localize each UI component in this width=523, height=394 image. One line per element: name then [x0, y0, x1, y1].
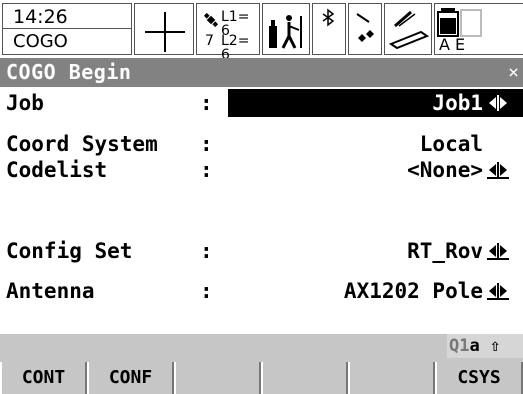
mode-status-bar: Q1a ⇧ [0, 334, 523, 360]
job-value: Job1 [432, 91, 483, 115]
antenna-colon: : [200, 279, 213, 303]
battery-status[interactable]: A E [434, 3, 523, 55]
config-set-colon: : [200, 239, 213, 263]
quick-code-label: Q1 [449, 336, 470, 356]
bluetooth-icon[interactable] [312, 3, 346, 55]
csys-button[interactable]: CSYS [435, 362, 523, 394]
softkey-f5[interactable] [348, 362, 435, 394]
rtk-rover-icon[interactable] [262, 3, 310, 55]
config-set-row[interactable]: Config Set : RT_Rov [0, 236, 523, 266]
left-right-arrow-icon[interactable] [487, 282, 509, 300]
job-select[interactable]: Job1 [228, 89, 523, 117]
battery-labels: A E [439, 35, 466, 54]
softkey-bar: CONT CONF CSYS [0, 360, 523, 394]
line-tool-icon[interactable] [348, 3, 382, 55]
job-colon: : [200, 91, 213, 115]
softkey-f3[interactable] [174, 362, 261, 394]
satellite-count: 7 [205, 33, 214, 49]
config-set-label: Config Set [6, 239, 133, 263]
time-panel: 14:26 COGO [2, 3, 132, 55]
codelist-label: Codelist [6, 158, 108, 182]
input-mode-indicator: Q1a ⇧ [447, 334, 523, 358]
left-right-arrow-icon[interactable] [487, 94, 509, 112]
cont-button[interactable]: CONT [0, 362, 87, 394]
app-name: COGO [13, 31, 68, 52]
conf-button[interactable]: CONF [87, 362, 174, 394]
pen-icon[interactable] [384, 3, 432, 55]
job-label: Job [6, 91, 44, 115]
antenna-row[interactable]: Antenna : AX1202 Pole [0, 276, 523, 306]
left-right-arrow-icon[interactable] [487, 161, 509, 179]
status-bar: 14:26 COGO L1= 6 7 L2= 6 A E [0, 0, 523, 62]
title-bar: COGO Begin × [0, 58, 523, 87]
close-icon[interactable]: × [508, 58, 519, 87]
page-title: COGO Begin [6, 60, 132, 84]
satellite-status[interactable]: L1= 6 7 L2= 6 [196, 3, 260, 62]
crosshair-icon[interactable] [134, 3, 194, 55]
antenna-label: Antenna [6, 279, 95, 303]
codelist-value[interactable]: <None> [407, 155, 483, 185]
codelist-row[interactable]: Codelist : <None> [0, 155, 523, 185]
softkey-f4[interactable] [261, 362, 348, 394]
input-mode-label: a ⇧ [469, 336, 501, 356]
codelist-colon: : [200, 158, 213, 182]
left-right-arrow-icon[interactable] [487, 242, 509, 260]
antenna-value[interactable]: AX1202 Pole [344, 276, 483, 306]
config-set-value[interactable]: RT_Rov [407, 236, 483, 266]
job-row: Job : Job1 [0, 88, 523, 118]
clock: 14:26 [3, 5, 131, 29]
